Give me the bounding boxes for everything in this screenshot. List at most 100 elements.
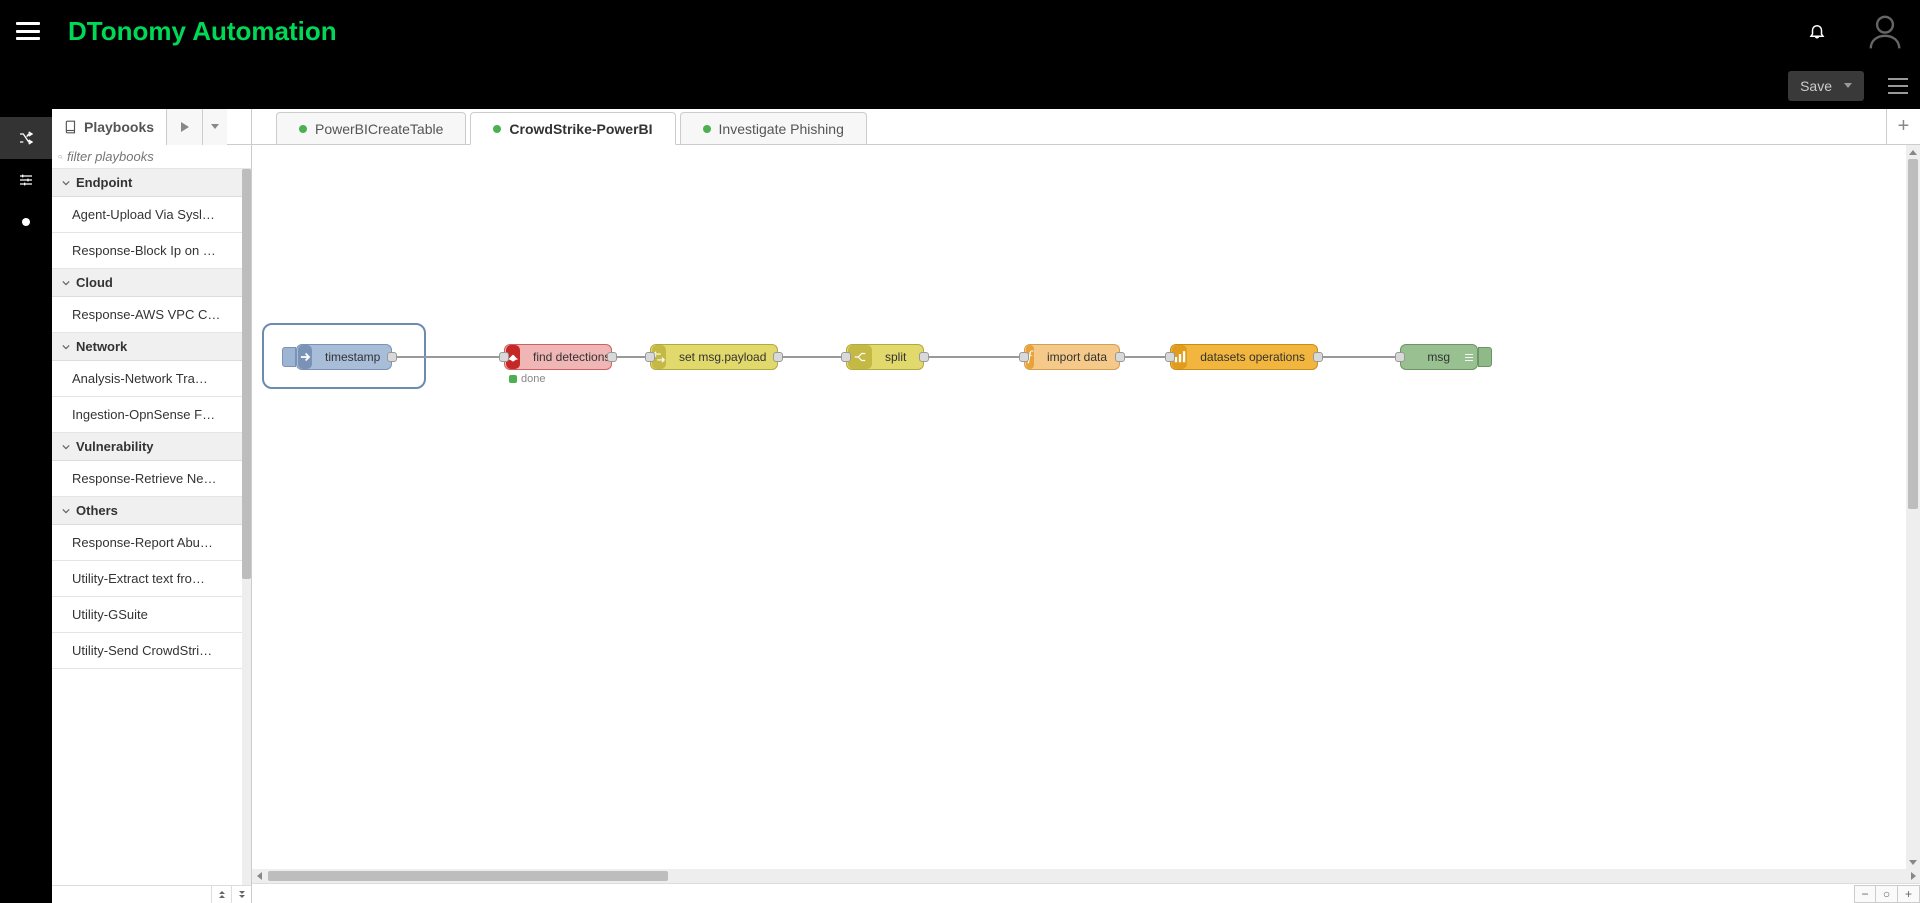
- zoom-reset-button[interactable]: ○: [1876, 885, 1898, 903]
- node-find-detections[interactable]: find detections done: [504, 344, 612, 370]
- node-label: datasets operations: [1188, 350, 1317, 364]
- canvas-area: PowerBICreateTable CrowdStrike-PowerBI I…: [252, 109, 1920, 903]
- playbook-item[interactable]: Response-Report Abu…: [52, 525, 242, 561]
- scroll-thumb[interactable]: [268, 871, 668, 881]
- sidebar-search: [52, 145, 251, 169]
- status-dot: [299, 125, 307, 133]
- playbook-item[interactable]: Utility-Send CrowdStri…: [52, 633, 242, 669]
- shuffle-icon: [18, 130, 34, 146]
- sidebar-run-button[interactable]: [167, 109, 203, 145]
- collapse-all-button[interactable]: [211, 886, 231, 903]
- node-datasets-ops[interactable]: datasets operations: [1170, 344, 1318, 370]
- scroll-up-button[interactable]: [1906, 145, 1920, 159]
- port-in[interactable]: [1165, 352, 1175, 362]
- debug-toggle[interactable]: [1478, 347, 1492, 367]
- settings-menu-button[interactable]: [1888, 78, 1908, 94]
- node-label: split: [873, 350, 918, 364]
- port-in[interactable]: [1019, 352, 1029, 362]
- port-in[interactable]: [841, 352, 851, 362]
- playbook-item[interactable]: Ingestion-OpnSense F…: [52, 397, 242, 433]
- play-icon: [181, 122, 189, 132]
- rail-help[interactable]: [0, 201, 52, 243]
- toolbar: Save: [0, 62, 1920, 109]
- chevron-down-icon: [62, 279, 70, 287]
- status-dot: [493, 125, 501, 133]
- brand-title: DTonomy Automation: [68, 16, 337, 47]
- search-icon: [58, 151, 63, 163]
- bell-icon[interactable]: [1808, 21, 1826, 41]
- playbook-item[interactable]: Response-Block Ip on …: [52, 233, 242, 269]
- chevron-down-icon: [62, 443, 70, 451]
- port-in[interactable]: [645, 352, 655, 362]
- rail-shuffle[interactable]: [0, 117, 52, 159]
- sidebar-run-dropdown[interactable]: [203, 109, 227, 145]
- scroll-thumb[interactable]: [242, 169, 251, 579]
- main: Playbooks Endpoint Agent-Upload Via Sysl…: [0, 109, 1920, 903]
- zoom-controls: − ○ +: [252, 883, 1920, 903]
- save-button[interactable]: Save: [1788, 71, 1864, 101]
- chevron-down-icon: [62, 343, 70, 351]
- port-out[interactable]: [1115, 352, 1125, 362]
- wire: [922, 356, 1022, 358]
- sidebar-tab-playbooks[interactable]: Playbooks: [52, 109, 167, 145]
- canvas[interactable]: timestamp find detections done: [252, 145, 1920, 869]
- sidebar-scrollbar[interactable]: [242, 169, 251, 885]
- wire: [1118, 356, 1166, 358]
- dot-icon: [22, 218, 30, 226]
- zoom-in-button[interactable]: +: [1898, 885, 1920, 903]
- scroll-left-button[interactable]: [252, 869, 266, 883]
- book-icon: [64, 120, 78, 134]
- search-input[interactable]: [67, 149, 245, 164]
- scroll-right-button[interactable]: [1906, 869, 1920, 883]
- port-out[interactable]: [607, 352, 617, 362]
- expand-all-button[interactable]: [231, 886, 251, 903]
- avatar-icon[interactable]: [1866, 12, 1904, 50]
- tab-powerbi-create[interactable]: PowerBICreateTable: [276, 112, 466, 144]
- wire: [776, 356, 842, 358]
- tab-crowdstrike[interactable]: CrowdStrike-PowerBI: [470, 112, 675, 145]
- rail-sliders[interactable]: [0, 159, 52, 201]
- menu-button[interactable]: [16, 22, 40, 40]
- port-in[interactable]: [1395, 352, 1405, 362]
- node-debug-msg[interactable]: msg: [1400, 344, 1478, 370]
- port-out[interactable]: [919, 352, 929, 362]
- top-bar: DTonomy Automation: [0, 0, 1920, 62]
- node-label: timestamp: [313, 350, 392, 364]
- chevron-down-icon: [62, 179, 70, 187]
- zoom-out-button[interactable]: −: [1854, 885, 1876, 903]
- scroll-thumb[interactable]: [1908, 159, 1918, 509]
- category-network[interactable]: Network: [52, 333, 242, 361]
- port-in[interactable]: [499, 352, 509, 362]
- playbook-item[interactable]: Response-Retrieve Ne…: [52, 461, 242, 497]
- add-tab-button[interactable]: +: [1886, 109, 1920, 144]
- category-vulnerability[interactable]: Vulnerability: [52, 433, 242, 461]
- category-endpoint[interactable]: Endpoint: [52, 169, 242, 197]
- caret-down-icon: [211, 124, 219, 129]
- playbook-item[interactable]: Utility-Extract text fro…: [52, 561, 242, 597]
- node-split[interactable]: split: [846, 344, 924, 370]
- wire: [392, 356, 502, 358]
- node-label: import data: [1035, 350, 1119, 364]
- playbook-item[interactable]: Utility-GSuite: [52, 597, 242, 633]
- canvas-vscrollbar[interactable]: [1906, 145, 1920, 869]
- status-dot: [703, 125, 711, 133]
- category-others[interactable]: Others: [52, 497, 242, 525]
- canvas-hscrollbar[interactable]: [252, 869, 1920, 883]
- scroll-down-button[interactable]: [1906, 855, 1920, 869]
- inject-button[interactable]: [282, 347, 296, 367]
- port-out[interactable]: [773, 352, 783, 362]
- category-cloud[interactable]: Cloud: [52, 269, 242, 297]
- playbook-item[interactable]: Agent-Upload Via Sysl…: [52, 197, 242, 233]
- playbook-item[interactable]: Response-AWS VPC C…: [52, 297, 242, 333]
- sidebar-footer: [52, 885, 251, 903]
- sidebar-header: Playbooks: [52, 109, 251, 145]
- port-out[interactable]: [1313, 352, 1323, 362]
- playbook-item[interactable]: Analysis-Network Tra…: [52, 361, 242, 397]
- arrow-right-icon: [298, 345, 312, 369]
- node-label: set msg.payload: [667, 350, 778, 364]
- node-import-data[interactable]: ƒ import data: [1024, 344, 1120, 370]
- tab-phishing[interactable]: Investigate Phishing: [680, 112, 867, 144]
- node-set-payload[interactable]: set msg.payload: [650, 344, 778, 370]
- port-out[interactable]: [387, 352, 397, 362]
- node-timestamp[interactable]: timestamp: [296, 344, 392, 370]
